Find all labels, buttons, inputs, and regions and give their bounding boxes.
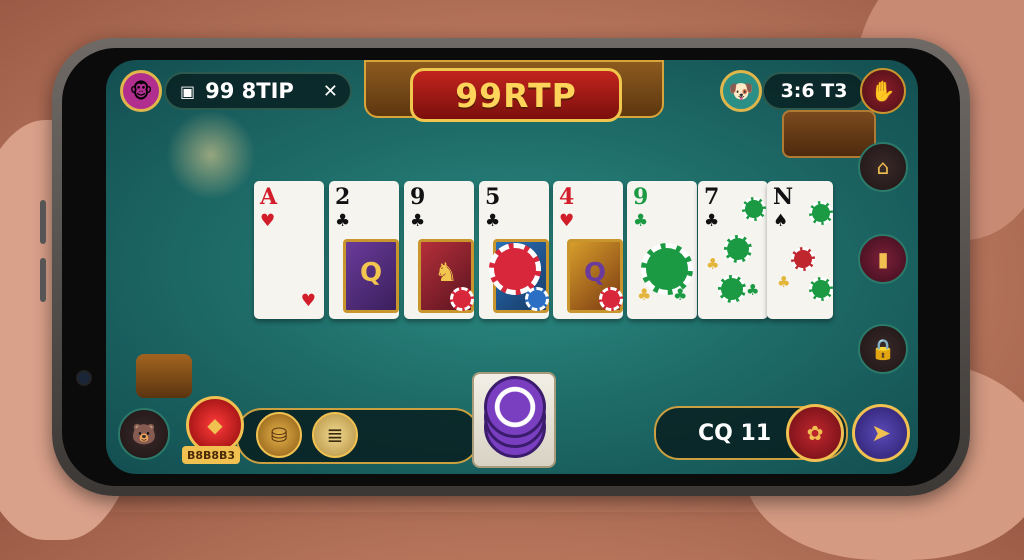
treasure-chest-decor [782,110,876,158]
game-screen: 🐵 ▣ 99 8TIP ✕ 99RTP 🐶 3:6 T3 ✋ A ♥ ♥ 2 ♣… [106,60,918,474]
card-suit: ♣ [410,211,426,231]
game-title: 99RTP [410,68,622,122]
card-suit: ♣ [485,211,501,231]
green-chip-icon [742,197,766,221]
score-value: 3:6 T3 [780,80,848,102]
green-chip-icon [724,235,752,263]
bear-icon[interactable]: 🐻 [118,408,170,460]
balance-value: 99 8TIP [205,79,294,103]
club-icon: ♣ [673,285,688,304]
card-suit: ♠ [773,211,789,231]
chip-icon [484,376,546,438]
heart-icon: ♥ [300,291,316,311]
dog-avatar-icon[interactable]: 🐶 [720,70,762,112]
x-icon[interactable]: ✕ [323,81,338,102]
green-chip-icon [718,275,746,303]
playing-card[interactable]: 7 ♣ ♣ ♣ [698,181,768,319]
playing-card[interactable]: 2 ♣ Q [329,181,399,319]
card-suit: ♣ [704,211,720,231]
phone-volume-button [40,258,46,302]
front-camera [76,370,92,386]
green-chip-icon [809,277,833,301]
card-rank: A [260,184,278,210]
card-rank: 5 [485,184,501,210]
card-rank: 4 [559,184,575,210]
door-icon[interactable]: ▮ [858,234,908,284]
playing-card[interactable]: A ♥ ♥ [254,181,324,319]
playing-card[interactable]: 9 ♣ ♣ ♣ [627,181,697,319]
chip-stack-button[interactable] [472,372,556,468]
blue-chip-icon [525,287,549,311]
house-icon[interactable]: ⌂ [858,142,908,192]
card-suit: ♥ [559,211,575,231]
red-chip-icon [791,247,815,271]
red-chip-icon [450,287,474,311]
treasure-chest-icon[interactable]: ⛁ [256,412,302,458]
card-rank: N [773,184,794,210]
card-suit: ♥ [260,211,276,231]
club-icon: ♣ [746,281,760,299]
green-chip-icon [809,201,833,225]
playing-card[interactable]: 9 ♣ ♞ [404,181,474,319]
club-icon: ♣ [637,285,652,304]
card-rank: 9 [410,184,426,210]
playing-card[interactable]: 4 ♥ Q [553,181,623,319]
club-icon: ♣ [777,273,791,291]
club-icon: ♣ [706,255,720,273]
phone-volume-button [40,200,46,244]
card-rank: 7 [704,184,720,210]
card-suit: ♣ [335,211,351,231]
gem-label: B8B8B3 [182,446,240,464]
playing-card[interactable]: 5 ♣ ♛ [479,181,549,319]
card-rank: 2 [335,184,351,210]
scroll-icon[interactable]: ≣ [312,412,358,458]
playing-card[interactable]: N ♠ ♣ [767,181,833,319]
monkey-avatar-icon[interactable]: 🐵 [120,70,162,112]
bet-value: CQ 11 [698,420,772,446]
lock-icon[interactable]: 🔒 [858,324,908,374]
hand-icon[interactable]: ✋ [860,68,906,114]
lips-icon[interactable]: ✿ [786,404,844,462]
red-chip-icon [599,287,623,311]
card-face-art: Q [343,239,399,313]
balance-pill: ▣ 99 8TIP ✕ [164,72,352,110]
card-rank: 9 [633,184,649,210]
bear-statue-decor [136,354,192,398]
score-pill: 3:6 T3 [762,72,866,110]
play-arrow-icon[interactable]: ➤ [852,404,910,462]
wallet-icon: ▣ [180,81,196,101]
felt-glow [166,110,256,200]
card-suit: ♣ [633,211,649,231]
